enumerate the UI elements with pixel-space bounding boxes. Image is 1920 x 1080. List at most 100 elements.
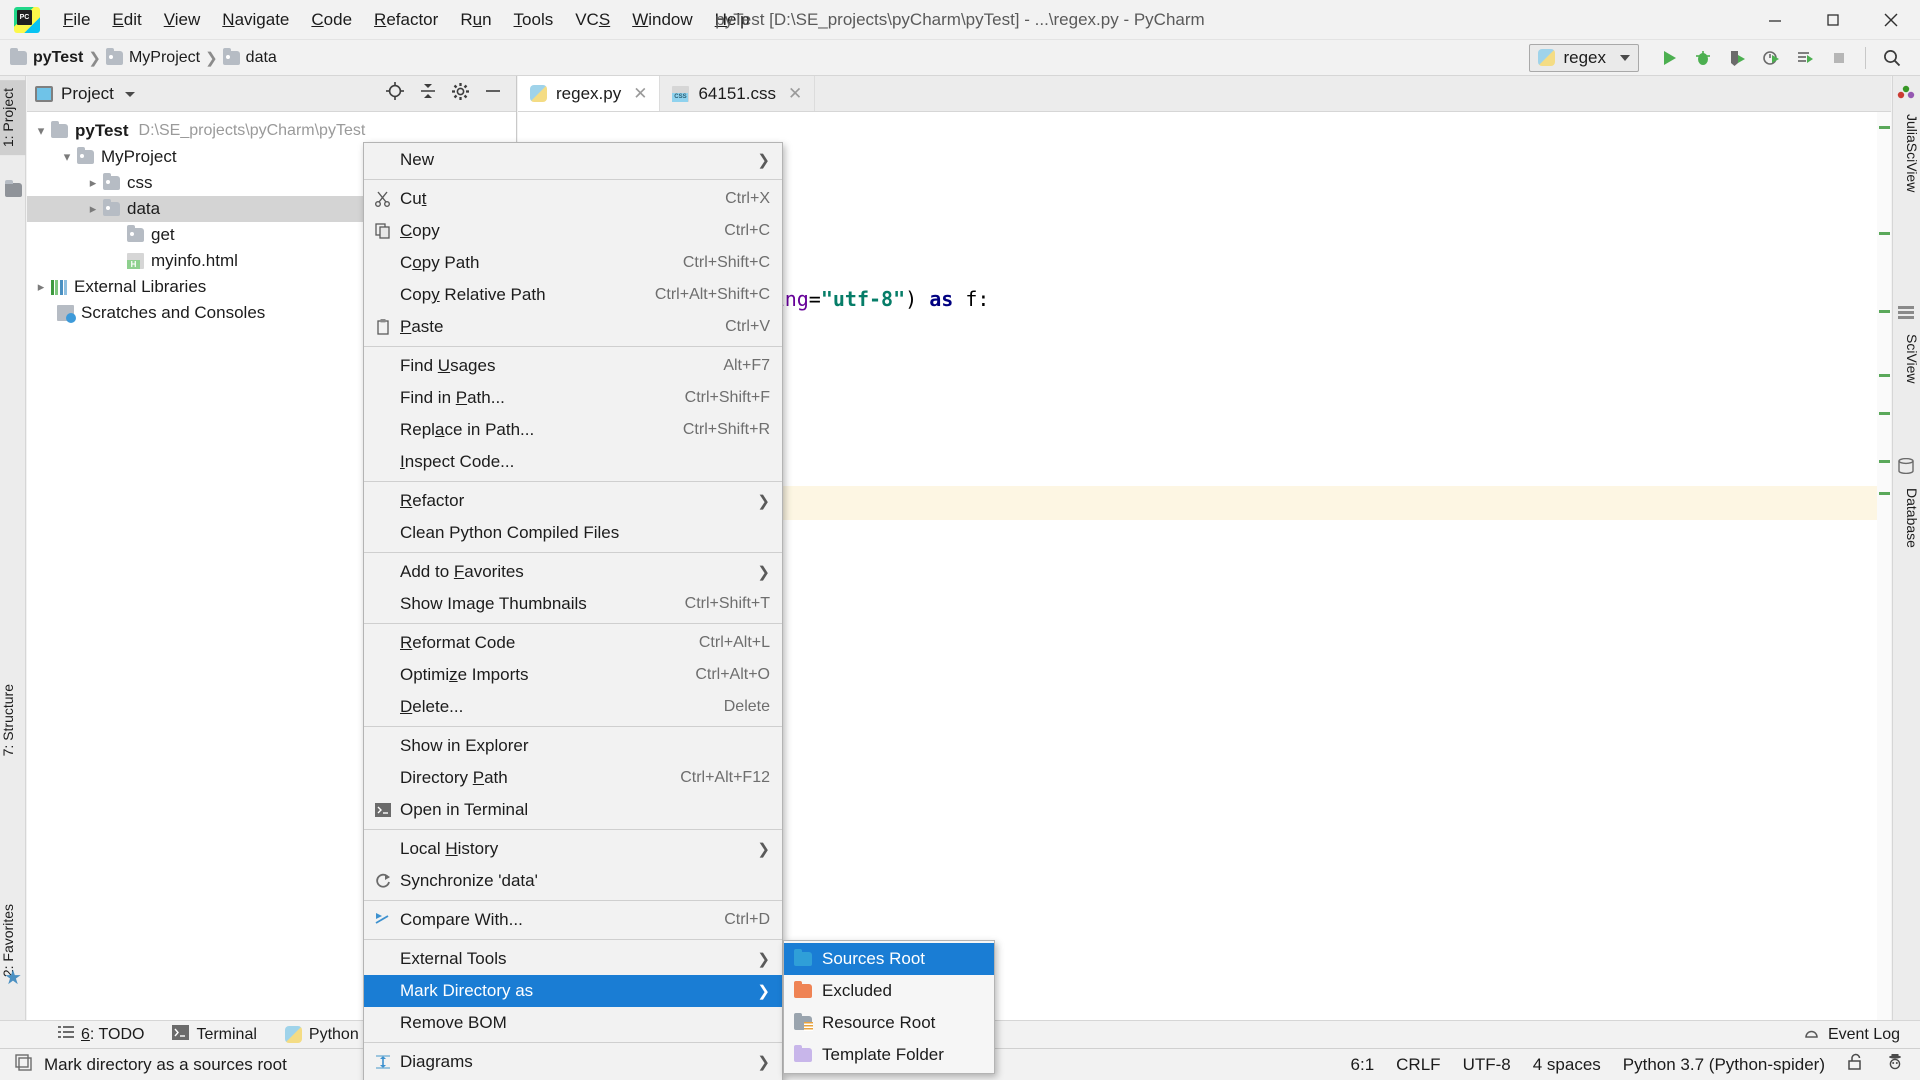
menu-run[interactable]: Run: [449, 8, 502, 32]
menu-item-copy-path[interactable]: Copy Path Ctrl+Shift+C: [364, 247, 782, 279]
menu-tools[interactable]: Tools: [503, 8, 565, 32]
menu-item-accelerator: Alt+F7: [723, 357, 770, 374]
menu-item-copy[interactable]: Copy Ctrl+C: [364, 215, 782, 247]
menu-item-directory-path[interactable]: Directory Path Ctrl+Alt+F12: [364, 762, 782, 794]
editor-tab-regex-py[interactable]: regex.py ✕: [518, 76, 661, 111]
menu-edit[interactable]: Edit: [101, 8, 152, 32]
line-separator[interactable]: CRLF: [1396, 1055, 1440, 1075]
html-file-icon: [127, 253, 144, 269]
menu-item-show-in-explorer[interactable]: Show in Explorer: [364, 730, 782, 762]
menu-file[interactable]: File: [52, 8, 101, 32]
menu-refactor[interactable]: Refactor: [363, 8, 449, 32]
event-log-button[interactable]: Event Log: [1803, 1024, 1920, 1046]
menu-item-find-in-path[interactable]: Find in Path... Ctrl+Shift+F: [364, 382, 782, 414]
submenu-item-sources-root[interactable]: Sources Root: [784, 943, 994, 975]
scroll-marker: [1879, 460, 1890, 463]
sidebar-tab-database[interactable]: Database: [1892, 480, 1920, 556]
chevron-down-icon[interactable]: [123, 84, 137, 104]
menu-item-local-history[interactable]: Local History ❯: [364, 833, 782, 865]
menu-item-replace-in-path[interactable]: Replace in Path... Ctrl+Shift+R: [364, 414, 782, 446]
bottom-tab-terminal[interactable]: Terminal: [158, 1024, 270, 1045]
database-icon: [1897, 457, 1915, 479]
menu-item-delete[interactable]: Delete... Delete: [364, 691, 782, 723]
breadcrumb-item-pytest[interactable]: pyTest: [33, 49, 83, 67]
menu-code[interactable]: Code: [300, 8, 363, 32]
folder-icon: [51, 121, 68, 138]
menu-item-mark-directory-as[interactable]: Mark Directory as ❯: [364, 975, 782, 1007]
chevron-down-icon[interactable]: ▾: [31, 123, 51, 139]
run-button[interactable]: [1653, 43, 1685, 73]
chevron-right-icon[interactable]: ▸: [83, 175, 103, 191]
profile-button[interactable]: [1755, 43, 1787, 73]
menu-item-find-usages[interactable]: Find Usages Alt+F7: [364, 350, 782, 382]
debug-button[interactable]: [1687, 43, 1719, 73]
run-with-console-button[interactable]: [1789, 43, 1821, 73]
terminal-icon: [172, 1024, 190, 1045]
folder-icon: [103, 199, 120, 216]
sidebar-tab-project[interactable]: 1: Project: [0, 80, 26, 156]
menu-item-synchronize-data[interactable]: Synchronize 'data': [364, 865, 782, 897]
chevron-right-icon[interactable]: ▸: [31, 279, 51, 295]
submenu-item-resource-root[interactable]: Resource Root: [784, 1007, 994, 1039]
hide-panel-icon[interactable]: [484, 82, 502, 105]
close-icon[interactable]: ✕: [788, 84, 802, 104]
submenu-item-template-folder[interactable]: Template Folder: [784, 1039, 994, 1071]
menu-item-label: Copy Relative Path: [400, 285, 546, 304]
submenu-arrow-icon: ❯: [757, 564, 770, 581]
menu-item-copy-relative-path[interactable]: Copy Relative Path Ctrl+Alt+Shift+C: [364, 279, 782, 311]
close-icon[interactable]: ✕: [633, 84, 647, 104]
menu-item-new[interactable]: New ❯: [364, 144, 782, 176]
tree-item-label: myinfo.html: [151, 251, 238, 270]
minimize-icon[interactable]: [1746, 0, 1804, 40]
chevron-right-icon[interactable]: ▸: [83, 201, 103, 217]
menu-item-diagrams[interactable]: Diagrams ❯: [364, 1046, 782, 1078]
run-with-coverage-button[interactable]: [1721, 43, 1753, 73]
menu-navigate[interactable]: Navigate: [211, 8, 300, 32]
menu-help[interactable]: Help: [704, 8, 761, 32]
run-configuration-selector[interactable]: regex: [1529, 43, 1639, 72]
sidebar-tab-sciview[interactable]: SciView: [1892, 326, 1920, 392]
breadcrumb-item-myproject[interactable]: MyProject: [129, 49, 200, 67]
close-icon[interactable]: [1862, 0, 1920, 40]
menu-item-show-image-thumbnails[interactable]: Show Image Thumbnails Ctrl+Shift+T: [364, 588, 782, 620]
python-interpreter[interactable]: Python 3.7 (Python-spider): [1623, 1055, 1825, 1075]
indent-setting[interactable]: 4 spaces: [1533, 1055, 1601, 1075]
menu-item-open-in-terminal[interactable]: Open in Terminal: [364, 794, 782, 826]
hector-inspector-icon[interactable]: [1886, 1053, 1904, 1076]
menu-item-inspect-code[interactable]: Inspect Code...: [364, 446, 782, 478]
menu-item-compare-with[interactable]: Compare With... Ctrl+D: [364, 904, 782, 936]
collapse-all-icon[interactable]: [419, 82, 437, 105]
editor-scrollbar[interactable]: [1877, 112, 1891, 1020]
menu-item-label: Find Usages: [400, 356, 496, 375]
submenu-arrow-icon: ❯: [757, 951, 770, 968]
menu-item-external-tools[interactable]: External Tools ❯: [364, 943, 782, 975]
menu-item-reformat-code[interactable]: Reformat Code Ctrl+Alt+L: [364, 627, 782, 659]
bottom-tab-todo[interactable]: 6: TODO: [44, 1025, 158, 1044]
menu-item-add-to-favorites[interactable]: Add to Favorites ❯: [364, 556, 782, 588]
file-encoding[interactable]: UTF-8: [1463, 1055, 1511, 1075]
menu-item-clean-python-compiled-files[interactable]: Clean Python Compiled Files: [364, 517, 782, 549]
stop-button[interactable]: [1823, 43, 1855, 73]
menu-item-paste[interactable]: Paste Ctrl+V: [364, 311, 782, 343]
submenu-item-excluded[interactable]: Excluded: [784, 975, 994, 1007]
breadcrumb-item-data[interactable]: data: [246, 49, 277, 67]
unlocked-icon[interactable]: [1847, 1053, 1864, 1076]
editor-tab-64151-css[interactable]: 64151.css ✕: [660, 76, 816, 111]
menu-vcs[interactable]: VCS: [564, 8, 621, 32]
chevron-down-icon[interactable]: ▾: [57, 149, 77, 165]
menu-item-refactor[interactable]: Refactor ❯: [364, 485, 782, 517]
locate-icon[interactable]: [385, 81, 405, 106]
menu-item-remove-bom[interactable]: Remove BOM: [364, 1007, 782, 1039]
menu-item-optimize-imports[interactable]: Optimize Imports Ctrl+Alt+O: [364, 659, 782, 691]
menu-view[interactable]: View: [153, 8, 212, 32]
caret-position[interactable]: 6:1: [1351, 1055, 1375, 1075]
sidebar-tab-juliasciview[interactable]: JuliaSciView: [1892, 106, 1920, 200]
maximize-icon[interactable]: [1804, 0, 1862, 40]
search-everywhere-icon[interactable]: [1876, 43, 1908, 73]
menu-item-cut[interactable]: Cut Ctrl+X: [364, 183, 782, 215]
scroll-marker: [1879, 492, 1890, 495]
tree-item-pytest[interactable]: ▾ pyTest D:\SE_projects\pyCharm\pyTest: [27, 118, 516, 144]
menu-window[interactable]: Window: [621, 8, 703, 32]
sidebar-tab-structure[interactable]: 7: Structure: [0, 676, 26, 764]
settings-gear-icon[interactable]: [451, 82, 470, 106]
